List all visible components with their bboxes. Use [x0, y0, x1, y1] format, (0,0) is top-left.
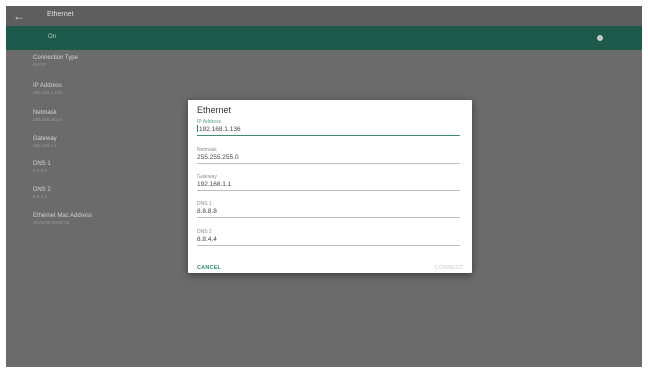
gateway-input[interactable]: 192.168.1.1	[197, 180, 460, 191]
toggle-label: On	[48, 34, 57, 40]
setting-title: Connection Type	[33, 55, 78, 61]
setting-connection-type[interactable]: Connection Type DHCP	[33, 54, 233, 68]
setting-ip-address[interactable]: IP Address 192.168.1.136	[33, 82, 233, 96]
gateway-field[interactable]: Gateway 192.168.1.1	[197, 174, 460, 191]
setting-title: IP Address	[33, 83, 62, 89]
top-bar: ← Ethernet	[6, 6, 642, 26]
dns-2-field[interactable]: DNS 2 8.8.4.4	[197, 229, 460, 246]
setting-value: DHCP	[33, 62, 46, 67]
netmask-field[interactable]: Netmask 255.255.255.0	[197, 147, 460, 164]
netmask-input[interactable]: 255.255.255.0	[197, 153, 460, 164]
setting-value: 192.168.1.136	[33, 90, 62, 95]
toggle-switch[interactable]	[597, 35, 603, 41]
ethernet-toggle-bar[interactable]: On	[6, 26, 642, 50]
text-cursor	[197, 125, 198, 132]
ethernet-dialog: Ethernet IP Address 192.168.1.136 Netmas…	[188, 100, 472, 273]
ip-address-input[interactable]: 192.168.1.136	[197, 125, 460, 136]
page-title: Ethernet	[47, 11, 74, 18]
connect-button[interactable]: CONNECT	[434, 265, 463, 271]
arrow-back-icon[interactable]: ←	[12, 9, 26, 23]
dialog-title: Ethernet	[197, 105, 232, 115]
dns-1-field[interactable]: DNS 1 8.8.8.8	[197, 201, 460, 218]
dns-1-input[interactable]: 8.8.8.8	[197, 207, 460, 218]
settings-screen: ← Ethernet On Connection Type DHCP IP Ad…	[6, 6, 642, 367]
field-value: 192.168.1.136	[199, 126, 241, 133]
ip-address-field[interactable]: IP Address 192.168.1.136	[197, 119, 460, 136]
dns-2-input[interactable]: 8.8.4.4	[197, 235, 460, 246]
cancel-button[interactable]: CANCEL	[197, 265, 221, 271]
